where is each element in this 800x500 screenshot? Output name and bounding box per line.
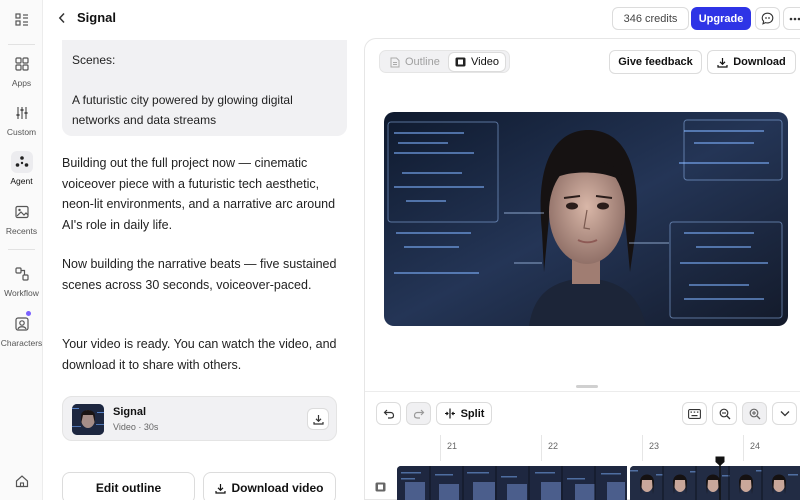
left-rail: Apps Custom Agent Recents Workflow Chara…: [0, 0, 43, 500]
sidebar-item-workflow[interactable]: Workflow: [0, 263, 43, 298]
timeline-ruler[interactable]: 21 22 23 24: [397, 435, 800, 461]
sliders-icon: [11, 102, 33, 124]
chevron-down-icon: [780, 411, 789, 417]
ruler-tick: [642, 435, 643, 461]
sidebar-item-agent[interactable]: Agent: [0, 151, 43, 186]
give-feedback-label: Give feedback: [618, 56, 693, 68]
split-icon: [444, 408, 455, 419]
image-icon: [11, 201, 33, 223]
sidebar-item-recents[interactable]: Recents: [0, 201, 43, 236]
ruler-label: 24: [750, 441, 761, 451]
sidebar-item-label: Characters: [0, 338, 43, 348]
video-frame-image: [384, 112, 788, 326]
sidebar-item-label: Agent: [10, 176, 33, 186]
edit-outline-button[interactable]: Edit outline: [62, 472, 195, 500]
collapse-timeline-button[interactable]: [772, 402, 797, 425]
ruler-tick: [743, 435, 744, 461]
ruler-label: 21: [447, 441, 458, 451]
film-icon: [455, 57, 466, 67]
video-card-subtitle: Video · 30s: [113, 422, 159, 432]
user-prompt-bubble: Scenes: A futuristic city powered by glo…: [62, 40, 347, 136]
download-icon: [717, 57, 728, 68]
timeline-playhead[interactable]: [715, 456, 725, 500]
character-icon: [11, 313, 33, 335]
undo-button[interactable]: [376, 402, 401, 425]
back-button[interactable]: [58, 10, 72, 26]
timeline-divider: [365, 391, 800, 392]
apps-grid-icon: [11, 53, 33, 75]
agent-message: Now building the narrative beats — five …: [62, 257, 337, 292]
clip-thumbnails: [397, 466, 627, 500]
zoom-in-button[interactable]: [742, 402, 767, 425]
download-button[interactable]: Download: [707, 50, 796, 74]
ruler-tick: [440, 435, 441, 461]
notification-dot: [26, 311, 31, 316]
keyboard-shortcuts-button[interactable]: [682, 402, 707, 425]
zoom-in-icon: [749, 408, 760, 419]
redo-button[interactable]: [406, 402, 431, 425]
chat-support-button[interactable]: [755, 7, 780, 30]
ruler-label: 22: [548, 441, 559, 451]
sidebar-item-label: Custom: [6, 127, 37, 137]
sidebar-item-label: Workflow: [4, 288, 39, 298]
video-preview[interactable]: [384, 112, 788, 326]
sidebar-item-label: Recents: [5, 226, 38, 236]
ruler-tick: [541, 435, 542, 461]
download-icon: [215, 483, 227, 494]
video-clip[interactable]: [397, 466, 627, 500]
video-thumbnail: [72, 404, 104, 435]
more-dots-icon: [789, 17, 800, 20]
undo-icon: [383, 409, 394, 419]
download-video-button[interactable]: Download video: [203, 472, 336, 500]
more-options-button[interactable]: [783, 7, 800, 30]
ruler-label: 23: [649, 441, 660, 451]
tab-label: Video: [471, 56, 499, 68]
tab-video[interactable]: Video: [449, 53, 505, 71]
redo-icon: [413, 409, 424, 419]
video-card-title: Signal: [113, 406, 147, 418]
sidebar-item-label: Apps: [11, 78, 32, 88]
home-icon: [11, 470, 33, 492]
upgrade-button[interactable]: Upgrade: [691, 7, 751, 30]
video-result-card[interactable]: Signal Video · 30s: [62, 396, 337, 441]
agent-icon: [10, 151, 33, 173]
sidebar-item-custom[interactable]: Custom: [0, 102, 43, 137]
chat-bubble-icon: [761, 12, 774, 25]
keyboard-icon: [688, 408, 701, 419]
download-label: Download: [733, 56, 786, 68]
agent-message: Your video is ready. You can watch the v…: [62, 337, 337, 372]
tab-outline[interactable]: Outline: [384, 53, 446, 71]
chevron-left-icon: [58, 12, 65, 24]
document-icon: [390, 57, 400, 67]
resize-handle[interactable]: [576, 385, 598, 388]
credits-button[interactable]: 346 credits: [612, 7, 689, 30]
sidebar-item-home[interactable]: [0, 470, 43, 492]
download-video-label: Download video: [231, 481, 324, 495]
bubble-text: A futuristic city powered by glowing dig…: [72, 93, 293, 127]
sidebar-item-apps[interactable]: Apps: [0, 53, 43, 88]
download-icon: [312, 414, 324, 425]
rail-divider: [8, 249, 35, 250]
edit-outline-label: Edit outline: [95, 481, 162, 495]
video-track-icon: [375, 479, 386, 497]
rail-divider: [8, 44, 35, 45]
zoom-out-icon: [719, 408, 730, 419]
video-card-download-button[interactable]: [307, 408, 329, 430]
workflow-icon: [11, 263, 33, 285]
bubble-heading: Scenes:: [72, 53, 116, 67]
split-label: Split: [460, 407, 485, 420]
page-title: Signal: [77, 10, 117, 25]
tab-label: Outline: [405, 56, 440, 68]
sidebar-toggle-icon[interactable]: [0, 8, 43, 32]
sidebar-item-characters[interactable]: Characters: [0, 313, 43, 348]
agent-message: Building out the full project now — cine…: [62, 156, 336, 232]
give-feedback-button[interactable]: Give feedback: [609, 50, 702, 74]
zoom-out-button[interactable]: [712, 402, 737, 425]
view-toggle: Outline Video: [379, 50, 510, 73]
split-button[interactable]: Split: [436, 402, 492, 425]
